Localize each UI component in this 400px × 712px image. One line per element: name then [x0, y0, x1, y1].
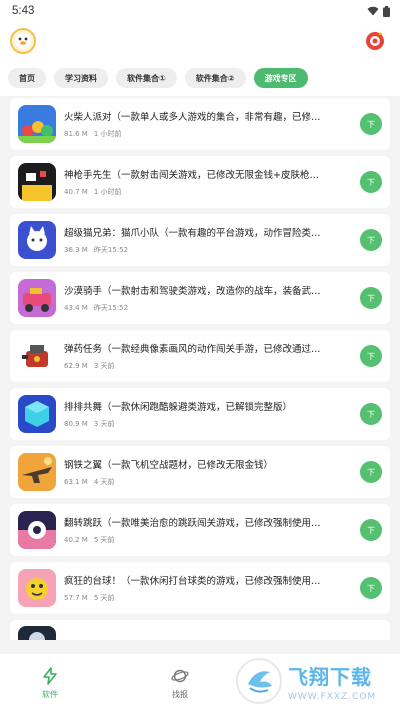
item-title: 神枪手先生（一款射击闯关游戏，已修改无限金钱+皮肤枪…: [64, 170, 319, 181]
lightning-icon: [43, 666, 57, 685]
item-time: 3 天前: [93, 420, 115, 428]
list-item[interactable]: 沙漠骑手（一款射击和驾驶类游戏，改造你的战车，装备武… 43.4 M 昨天15:5…: [10, 272, 390, 324]
item-time: 5 天前: [93, 594, 115, 602]
app-bar: [0, 22, 400, 60]
list-item[interactable]: 排排共舞（一款休闲跑酷躲避类游戏，已解锁完整版） 80.9 M 3 天前 下: [10, 388, 390, 440]
list-item[interactable]: 弹药任务（一款经典像素画风的动作闯关手游，已修改通过… 62.9 M 3 天前 下: [10, 330, 390, 382]
nav-discover[interactable]: 找报: [130, 654, 230, 712]
item-time: 昨天15:52: [93, 246, 129, 254]
ammo-mission-icon: [18, 337, 56, 375]
partial-game-icon: [18, 626, 56, 640]
list-item-partial[interactable]: [10, 620, 390, 640]
app-logo-button[interactable]: [364, 30, 386, 52]
status-icons: [367, 5, 390, 17]
item-time: 1 小时前: [93, 188, 122, 196]
watermark-text: 飞翔下载: [288, 666, 372, 689]
battery-icon: [383, 5, 390, 17]
mr-gun-icon: [18, 163, 56, 201]
nav-discover-label: 找报: [172, 689, 188, 699]
list-item[interactable]: 神枪手先生（一款射击闯关游戏，已修改无限金钱+皮肤枪… 40.7 M1 小时前 …: [10, 156, 390, 208]
duck-avatar-icon: [15, 33, 31, 49]
status-bar: 5:43: [0, 0, 400, 22]
item-time: 4 天前: [93, 478, 115, 486]
list-item[interactable]: 翻转跳跃（一款唯美治愈的跳跃闯关游戏，已修改强制使用… 40.2 M 5 天前 下: [10, 504, 390, 556]
app-logo-icon: [366, 32, 384, 50]
item-title: 翻转跳跃（一款唯美治愈的跳跃闯关游戏，已修改强制使用…: [64, 518, 321, 529]
steel-wings-icon: [18, 453, 56, 491]
tab-home[interactable]: 首页: [8, 68, 46, 88]
item-size: 40.7 M: [64, 188, 88, 196]
item-size: 57.7 M: [64, 594, 88, 602]
crazy-billiards-icon: [18, 569, 56, 607]
stickman-party-icon: [18, 105, 56, 143]
tab-software-1[interactable]: 软件集合①: [116, 68, 177, 88]
cat-squad-icon: [18, 221, 56, 259]
item-size: 40.2 M: [64, 536, 88, 544]
category-tabs: 首页 学习资料 软件集合① 软件集合② 游戏专区: [0, 60, 400, 96]
item-title: 弹药任务（一款经典像素画风的动作闯关手游，已修改通过…: [64, 344, 321, 355]
download-button[interactable]: 下: [360, 113, 382, 135]
item-title: 排排共舞（一款休闲跑酷躲避类游戏，已解锁完整版）: [64, 402, 293, 413]
wifi-icon: [367, 6, 379, 16]
download-button[interactable]: 下: [360, 229, 382, 251]
planet-icon: [171, 669, 189, 682]
item-size: 80.9 M: [64, 420, 88, 428]
list-item[interactable]: 火柴人派对（一款单人或多人游戏的集合，非常有趣，已修… 81.6 M1 小时前 …: [10, 98, 390, 150]
avatar[interactable]: [10, 28, 36, 54]
item-time: 1 小时前: [93, 130, 122, 138]
item-title: 火柴人派对（一款单人或多人游戏的集合，非常有趣，已修…: [64, 112, 321, 123]
desert-rider-icon: [18, 279, 56, 317]
nav-software-label: 软件: [42, 689, 58, 699]
item-size: 36.3 M: [64, 246, 88, 254]
item-size: 81.6 M: [64, 130, 88, 138]
item-time: 昨天15:52: [93, 304, 129, 312]
download-button[interactable]: 下: [360, 461, 382, 483]
tab-games[interactable]: 游戏专区: [253, 68, 308, 88]
list-item[interactable]: 钢铁之翼（一款飞机空战题材，已修改无限金钱） 63.1 M 4 天前 下: [10, 446, 390, 498]
list-item[interactable]: 疯狂的台球！（一款休闲打台球类的游戏，已修改强制使用… 57.7 M 5 天前 下: [10, 562, 390, 614]
cube-dance-icon: [18, 395, 56, 433]
watermark: 飞翔下载 WWW.FXXZ.COM: [236, 655, 396, 707]
tab-study[interactable]: 学习资料: [54, 68, 108, 88]
nav-software[interactable]: 软件: [0, 654, 100, 712]
watermark-url: WWW.FXXZ.COM: [288, 691, 377, 702]
item-time: 3 天前: [93, 362, 115, 370]
download-button[interactable]: 下: [360, 171, 382, 193]
flip-jump-icon: [18, 511, 56, 549]
list-item[interactable]: 超级猫兄弟：猫爪小队（一款有趣的平台游戏，动作冒险类… 36.3 M 昨天15:5…: [10, 214, 390, 266]
item-title: 钢铁之翼（一款飞机空战题材，已修改无限金钱）: [64, 460, 274, 471]
item-title: 沙漠骑手（一款射击和驾驶类游戏，改造你的战车，装备武…: [64, 286, 321, 297]
download-button[interactable]: 下: [360, 519, 382, 541]
item-title: 超级猫兄弟：猫爪小队（一款有趣的平台游戏，动作冒险类…: [64, 228, 321, 239]
tab-software-2[interactable]: 软件集合②: [184, 68, 246, 88]
download-button[interactable]: 下: [360, 345, 382, 367]
game-list: 火柴人派对（一款单人或多人游戏的集合，非常有趣，已修… 81.6 M1 小时前 …: [10, 98, 390, 646]
status-time: 5:43: [12, 5, 35, 17]
download-button[interactable]: 下: [360, 287, 382, 309]
download-button[interactable]: 下: [360, 403, 382, 425]
item-title: 疯狂的台球！（一款休闲打台球类的游戏，已修改强制使用…: [64, 576, 321, 587]
item-time: 5 天前: [93, 536, 115, 544]
item-size: 62.9 M: [64, 362, 88, 370]
item-size: 43.4 M: [64, 304, 88, 312]
watermark-logo-icon: [236, 658, 282, 704]
item-size: 63.1 M: [64, 478, 88, 486]
download-button[interactable]: 下: [360, 577, 382, 599]
